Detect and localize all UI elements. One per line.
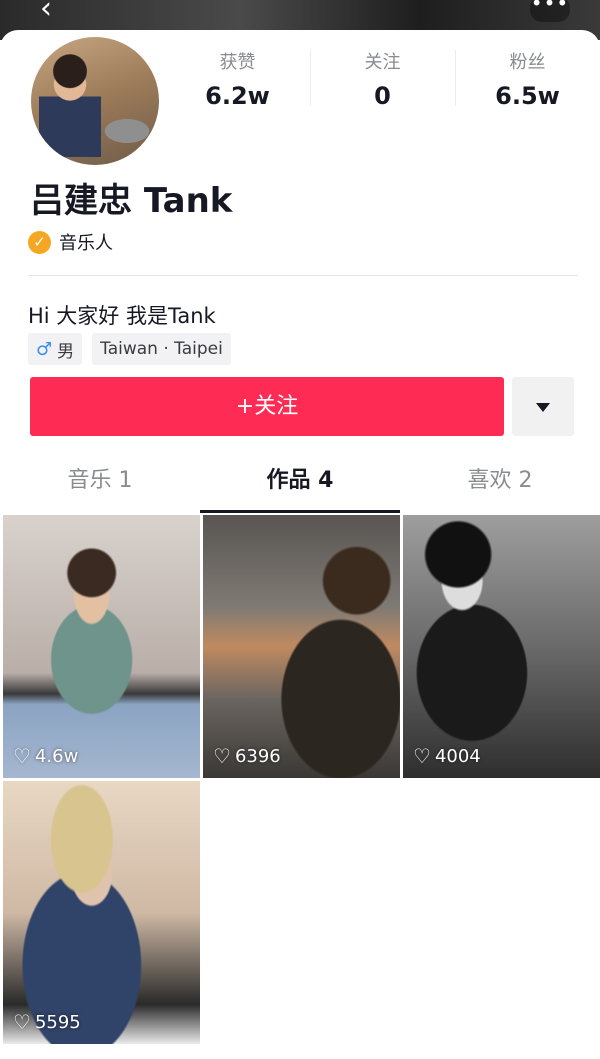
location-tag: Taiwan · Taipei: [92, 333, 231, 365]
divider: [28, 275, 578, 276]
stat-followers[interactable]: 粉丝 6.5w: [455, 44, 600, 134]
more-options-button[interactable]: •••: [530, 0, 570, 22]
follow-button[interactable]: +关注: [30, 377, 504, 436]
stat-following[interactable]: 关注 0: [310, 44, 455, 134]
video-thumbnail[interactable]: ♡ 6396: [203, 515, 400, 778]
video-thumbnail[interactable]: ♡ 5595: [3, 781, 200, 1044]
stat-value: 6.5w: [495, 82, 560, 110]
stat-label: 关注: [364, 52, 401, 73]
profile-name: 吕建忠 Tank: [30, 181, 233, 221]
video-thumbnail[interactable]: ♡ 4.6w: [3, 515, 200, 778]
stats-bar: 获赞 6.2w 关注 0 粉丝 6.5w: [165, 44, 600, 134]
heart-icon: ♡: [213, 744, 231, 768]
gender-tag: ♂ 男: [28, 333, 83, 365]
chevron-left-icon[interactable]: ‹: [40, 0, 70, 24]
caret-down-icon: [536, 403, 550, 412]
heart-icon: ♡: [13, 744, 31, 768]
like-count: ♡ 6396: [213, 744, 281, 768]
male-icon: ♂: [36, 338, 53, 360]
verification-label: 音乐人: [59, 233, 113, 254]
profile-tabs: 音乐 1 作品 4 喜欢 2: [0, 455, 600, 515]
verification-badge: ✓ 音乐人: [28, 229, 113, 255]
verified-check-icon: ✓: [28, 230, 51, 254]
stat-value: 6.2w: [205, 82, 270, 110]
profile-card: 获赞 6.2w 关注 0 粉丝 6.5w 吕建忠 Tank ✓ 音乐人 Hi 大…: [0, 30, 600, 1059]
like-count: ♡ 4.6w: [13, 744, 79, 768]
heart-icon: ♡: [413, 744, 431, 768]
like-count: ♡ 4004: [413, 744, 481, 768]
tab-works[interactable]: 作品 4: [200, 455, 400, 515]
stat-label: 获赞: [219, 52, 256, 73]
avatar-image: [31, 37, 159, 165]
profile-bio: Hi 大家好 我是Tank: [28, 304, 216, 328]
stat-label: 粉丝: [509, 52, 546, 73]
stat-likes[interactable]: 获赞 6.2w: [165, 44, 310, 134]
stat-value: 0: [374, 82, 391, 110]
heart-icon: ♡: [13, 1010, 31, 1034]
like-count: ♡ 5595: [13, 1010, 81, 1034]
tab-music[interactable]: 音乐 1: [0, 455, 200, 515]
profile-tags: ♂ 男 Taiwan · Taipei: [28, 333, 231, 365]
avatar[interactable]: [27, 33, 163, 169]
recommend-dropdown-button[interactable]: [512, 377, 574, 436]
gender-label: 男: [57, 341, 75, 362]
tab-likes[interactable]: 喜欢 2: [400, 455, 600, 515]
video-thumbnail[interactable]: ♡ 4004: [403, 515, 600, 778]
